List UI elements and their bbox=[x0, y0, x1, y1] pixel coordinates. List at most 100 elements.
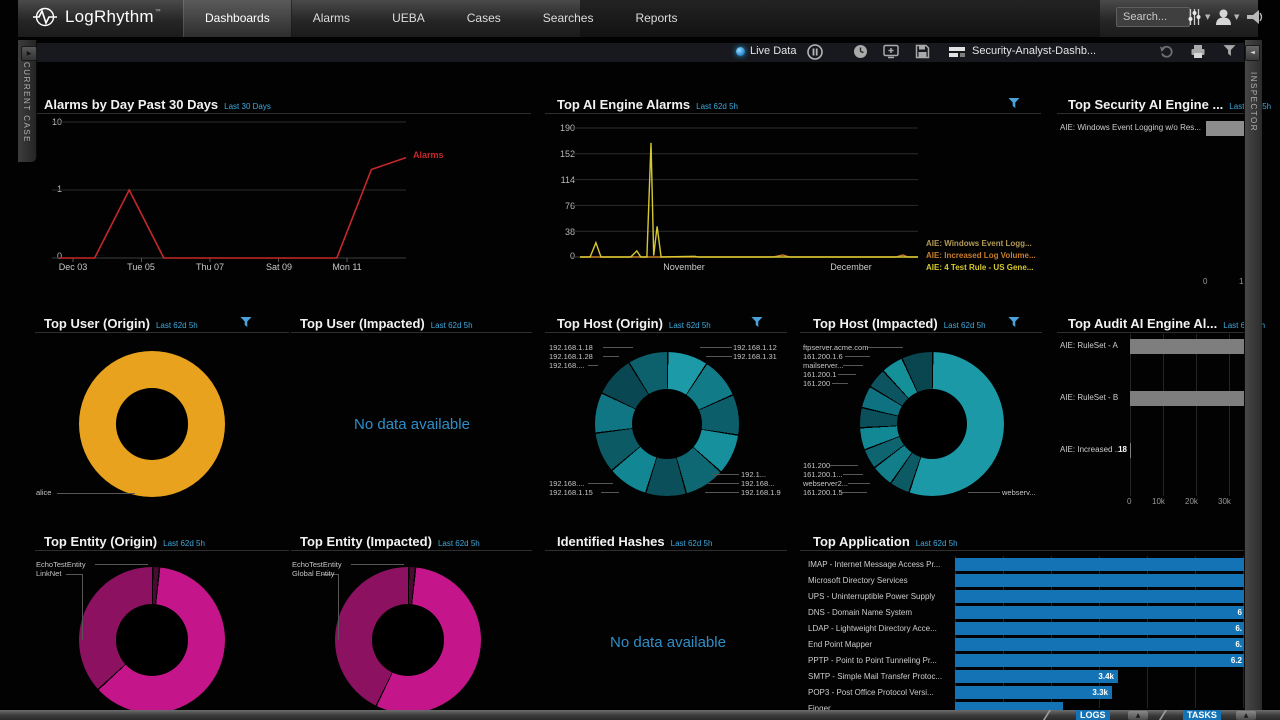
expand-left-panel-button[interactable]: ▶ bbox=[21, 46, 37, 61]
user-icon[interactable] bbox=[1215, 8, 1232, 31]
panel-title-top-security-aie: Top Security AI Engine ...Last 62d 5h bbox=[1068, 96, 1271, 114]
clock-icon[interactable] bbox=[853, 44, 868, 64]
leader-line bbox=[712, 474, 739, 475]
bar-row-label: Microsoft Directory Services bbox=[808, 576, 952, 585]
logs-button[interactable]: LOGS bbox=[1076, 710, 1110, 720]
donut-slice-label: EchoTestEntity bbox=[292, 560, 342, 569]
leader-line bbox=[845, 356, 870, 357]
donut-top-entity-origin[interactable] bbox=[79, 567, 225, 713]
panel-title-top-user-origin: Top User (Origin)Last 62d 5h bbox=[44, 315, 198, 333]
bar[interactable]: 3.4k bbox=[955, 670, 1118, 683]
leader-line bbox=[838, 374, 856, 375]
expand-logs-button[interactable]: ▲ bbox=[1128, 711, 1148, 720]
filters-icon[interactable] bbox=[1188, 8, 1201, 31]
leader-line bbox=[66, 574, 82, 575]
bar-row-label: End Point Mapper bbox=[808, 640, 952, 649]
leader-line bbox=[57, 493, 135, 494]
tasks-button[interactable]: TASKS bbox=[1183, 710, 1221, 720]
nav-tab-ueba[interactable]: UEBA bbox=[371, 0, 446, 37]
panel-title-top-host-impacted: Top Host (Impacted)Last 62d 5h bbox=[813, 315, 986, 333]
leader-line bbox=[82, 574, 83, 640]
filter-icon[interactable] bbox=[240, 315, 252, 333]
bar-row-label: AIE: RuleSet - A bbox=[1060, 341, 1128, 350]
search-input[interactable] bbox=[1116, 7, 1190, 27]
leader-line bbox=[588, 365, 598, 366]
donut-slice-label: 192.168.1.28 bbox=[549, 352, 593, 361]
panel-title-identified-hashes: Identified HashesLast 62d 5h bbox=[557, 533, 712, 551]
panel-title-top-aie-alarms: Top AI Engine AlarmsLast 62d 5h bbox=[557, 96, 738, 114]
donut-slice-label: alice bbox=[36, 488, 51, 497]
gridline bbox=[1163, 334, 1164, 496]
bar[interactable]: 18 bbox=[1130, 443, 1131, 458]
x-axis-tick: 20k bbox=[1185, 497, 1198, 506]
filter-icon[interactable] bbox=[1008, 96, 1020, 114]
pause-icon[interactable] bbox=[807, 44, 823, 65]
bar[interactable] bbox=[1130, 391, 1256, 406]
donut-slice-label: 192.168.... bbox=[549, 361, 584, 370]
nav-tab-reports[interactable]: Reports bbox=[614, 0, 698, 37]
leader-line bbox=[603, 356, 619, 357]
legend-item[interactable]: AIE: 4 Test Rule - US Gene... bbox=[926, 263, 1033, 272]
filter-icon[interactable] bbox=[1008, 315, 1020, 333]
alarms-by-day-line-chart[interactable] bbox=[40, 115, 420, 267]
logrhythm-mark-icon bbox=[32, 6, 58, 28]
brand-trademark: ™ bbox=[155, 9, 161, 15]
live-data-label[interactable]: Live Data bbox=[750, 45, 796, 57]
donut-slice-label: 161.200.1 bbox=[803, 370, 836, 379]
bar-row-label: UPS - Uninterruptible Power Supply bbox=[808, 592, 952, 601]
undo-icon[interactable] bbox=[1159, 44, 1174, 64]
expand-tasks-button[interactable]: ▲ bbox=[1236, 711, 1256, 720]
nav-tab-cases[interactable]: Cases bbox=[446, 0, 522, 37]
donut-slice-label: 161.200 bbox=[803, 461, 830, 470]
collapse-inspector-button[interactable]: ◄ bbox=[1245, 45, 1260, 61]
dashboard-selector[interactable]: Security-Analyst-Dashb... bbox=[972, 45, 1096, 57]
top-nav: LogRhythm ™ DashboardsAlarmsUEBACasesSea… bbox=[18, 0, 1258, 38]
donut-slice-label: EchoTestEntity bbox=[36, 560, 86, 569]
print-icon[interactable] bbox=[1190, 44, 1206, 64]
leader-line bbox=[705, 492, 739, 493]
donut-slice-label: 161.200 bbox=[803, 379, 830, 388]
leader-line bbox=[830, 465, 858, 466]
filter-icon[interactable] bbox=[751, 315, 763, 333]
brand-logo[interactable]: LogRhythm ™ bbox=[32, 6, 161, 28]
chevron-down-icon[interactable]: ▼ bbox=[1205, 13, 1210, 21]
donut-slice-label: 192.168.1.18 bbox=[549, 343, 593, 352]
x-axis-tick: 0 bbox=[1203, 277, 1207, 286]
top-aie-alarms-line-chart[interactable] bbox=[550, 115, 930, 267]
bar[interactable]: 6. bbox=[955, 638, 1256, 651]
chevron-down-icon[interactable]: ▼ bbox=[1234, 13, 1239, 21]
nav-tabs: DashboardsAlarmsUEBACasesSearchesReports bbox=[183, 0, 699, 37]
nav-tab-dashboards[interactable]: Dashboards bbox=[183, 0, 292, 37]
x-axis-tick: 1 bbox=[1239, 277, 1243, 286]
bar[interactable] bbox=[955, 590, 1256, 603]
legend-item[interactable]: AIE: Windows Event Logg... bbox=[926, 239, 1032, 248]
add-widget-icon[interactable] bbox=[883, 44, 899, 64]
bar[interactable]: 6. bbox=[955, 622, 1256, 635]
donut-top-entity-impacted[interactable] bbox=[335, 567, 481, 713]
donut-top-host-impacted[interactable] bbox=[860, 352, 1004, 496]
donut-slice-label: webserver2... bbox=[803, 479, 848, 488]
panel-title-top-entity-impacted: Top Entity (Impacted)Last 62d 5h bbox=[300, 533, 480, 551]
brand-text: LogRhythm bbox=[65, 7, 154, 27]
bar-row-label: SMTP - Simple Mail Transfer Protoc... bbox=[808, 672, 952, 681]
bar[interactable] bbox=[955, 558, 1256, 571]
leader-line bbox=[848, 483, 870, 484]
bar[interactable]: 3.3k bbox=[955, 686, 1112, 699]
bar[interactable] bbox=[955, 574, 1256, 587]
save-icon[interactable] bbox=[915, 44, 930, 64]
x-axis-tick: 0 bbox=[1127, 497, 1131, 506]
nav-tab-searches[interactable]: Searches bbox=[522, 0, 615, 37]
bar[interactable] bbox=[1130, 339, 1256, 354]
nav-tab-alarms[interactable]: Alarms bbox=[292, 0, 371, 37]
bar-value-label: 6 bbox=[1238, 608, 1242, 617]
filter-icon[interactable] bbox=[1223, 44, 1236, 62]
inspector-panel-strip[interactable]: INSPECTOR bbox=[1244, 40, 1262, 710]
donut-slice-label: 192.168... bbox=[741, 479, 774, 488]
dashboard-layout-icon[interactable] bbox=[949, 46, 965, 64]
megaphone-icon[interactable] bbox=[1245, 9, 1263, 30]
bar[interactable]: 6.2 bbox=[955, 654, 1256, 667]
donut-slice-label: 192.168.1.12 bbox=[733, 343, 777, 352]
bar[interactable]: 6 bbox=[955, 606, 1256, 619]
donut-top-user-origin[interactable] bbox=[79, 351, 225, 497]
legend-item[interactable]: AIE: Increased Log Volume... bbox=[926, 251, 1036, 260]
